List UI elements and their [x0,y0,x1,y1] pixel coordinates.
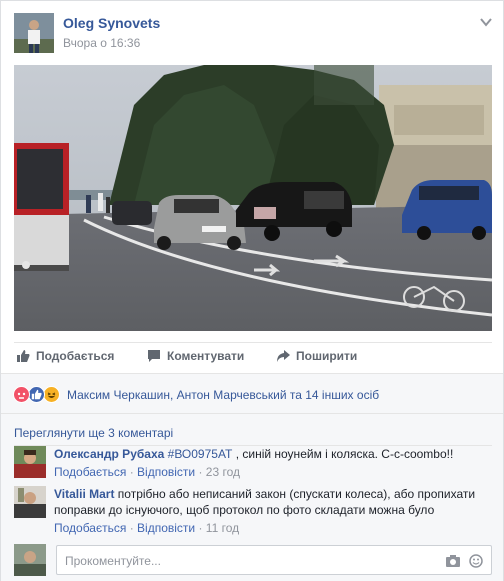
comment-like-link[interactable]: Подобається [54,465,126,479]
comment-button[interactable]: Коментувати [147,349,244,363]
reaction-icons[interactable] [13,386,63,404]
view-more-comments-link[interactable]: Переглянути ще 3 коментарі [14,426,173,440]
post-timestamp[interactable]: Вчора о 16:36 [63,36,140,50]
current-user-avatar [14,544,46,576]
post-card: Oleg Synovets Вчора о 16:36 Подобається … [0,0,504,581]
share-label: Поширити [296,349,358,363]
like-label: Подобається [36,349,115,363]
comment-text: , синій ноунейм і коляска. С-с-coombo!! [232,447,454,461]
comment-label: Коментувати [167,349,245,363]
comment-time[interactable]: 11 год [206,521,239,535]
comment-like-link[interactable]: Подобається [54,521,126,535]
share-button[interactable]: Поширити [276,349,357,363]
commenter-avatar[interactable] [14,446,46,478]
comment-time[interactable]: 23 год [206,465,240,479]
comment-icon [148,350,160,362]
reaction-names[interactable]: Максим Черкашин, Антон Марчевський та 14… [67,388,379,402]
camera-icon[interactable] [445,554,461,568]
divider [14,342,492,343]
share-icon [277,350,290,362]
post-photo[interactable] [14,65,492,331]
comment-body: Vitalii Mart потрібно або неписаний зако… [54,486,494,536]
author-avatar[interactable] [14,13,54,53]
post-actions: Подобається Коментувати Поширити [14,345,492,371]
comment-body: Олександр Рубаха #ВО0975АТ , синій ноуне… [54,446,494,480]
comment-meta: Подобається · Відповісти · 11 год [54,521,240,535]
comment-author[interactable]: Олександр Рубаха [54,447,164,461]
chevron-down-icon[interactable] [480,17,492,27]
comments-section: Переглянути ще 3 коментарі Олександр Руб… [1,413,503,581]
like-reaction-icon [28,386,45,403]
comment-input-placeholder: Прокоментуйте... [65,554,161,568]
haha-reaction-icon [43,386,60,403]
emoji-icon[interactable] [469,554,483,568]
like-button[interactable]: Подобається [16,349,114,363]
comment-text: потрібно або неписаний закон (спускати к… [54,487,476,517]
thumbs-up-icon [17,350,30,362]
comment-author[interactable]: Vitalii Mart [54,487,114,501]
reactions-bar: Максим Черкашин, Антон Марчевський та 14… [1,373,503,413]
comment-reply-link[interactable]: Відповісти [137,521,195,535]
comment-input[interactable]: Прокоментуйте... [56,545,492,575]
commenter-avatar[interactable] [14,486,46,518]
angry-reaction-icon [13,386,30,403]
post-header: Oleg Synovets Вчора о 16:36 [14,13,494,53]
author-name[interactable]: Oleg Synovets [63,15,160,31]
comment-reply-link[interactable]: Відповісти [137,465,195,479]
comment-meta: Подобається · Відповісти · 23 год [54,465,241,479]
comment-input-row: Прокоментуйте... [14,544,492,576]
comment-hashtag[interactable]: #ВО0975АТ [168,447,233,461]
